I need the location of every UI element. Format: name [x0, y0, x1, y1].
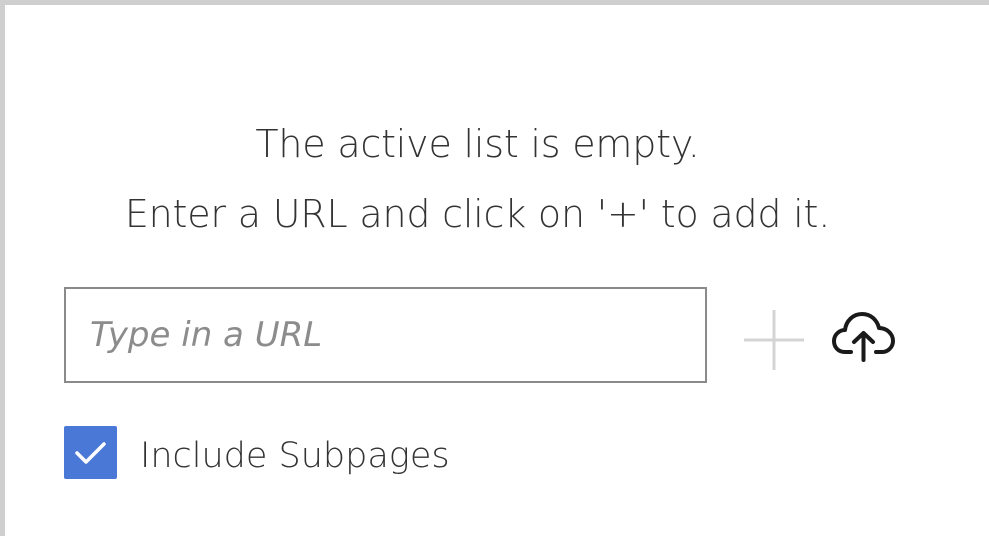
empty-list-title: The active list is empty.: [255, 122, 700, 166]
active-list-panel: The active list is empty. Enter a URL an…: [0, 0, 989, 536]
empty-list-message: The active list is empty. Enter a URL an…: [45, 109, 910, 249]
plus-icon: [744, 310, 804, 370]
url-input[interactable]: [64, 287, 707, 383]
add-url-button[interactable]: [740, 306, 808, 374]
empty-list-instructions: Enter a URL and click on '+' to add it.: [124, 192, 831, 236]
include-subpages-label[interactable]: Include Subpages: [140, 429, 450, 483]
cloud-upload-icon: [832, 312, 895, 362]
checkmark-icon: [75, 442, 106, 464]
upload-list-button[interactable]: [831, 308, 897, 362]
include-subpages-checkbox[interactable]: [64, 426, 117, 479]
